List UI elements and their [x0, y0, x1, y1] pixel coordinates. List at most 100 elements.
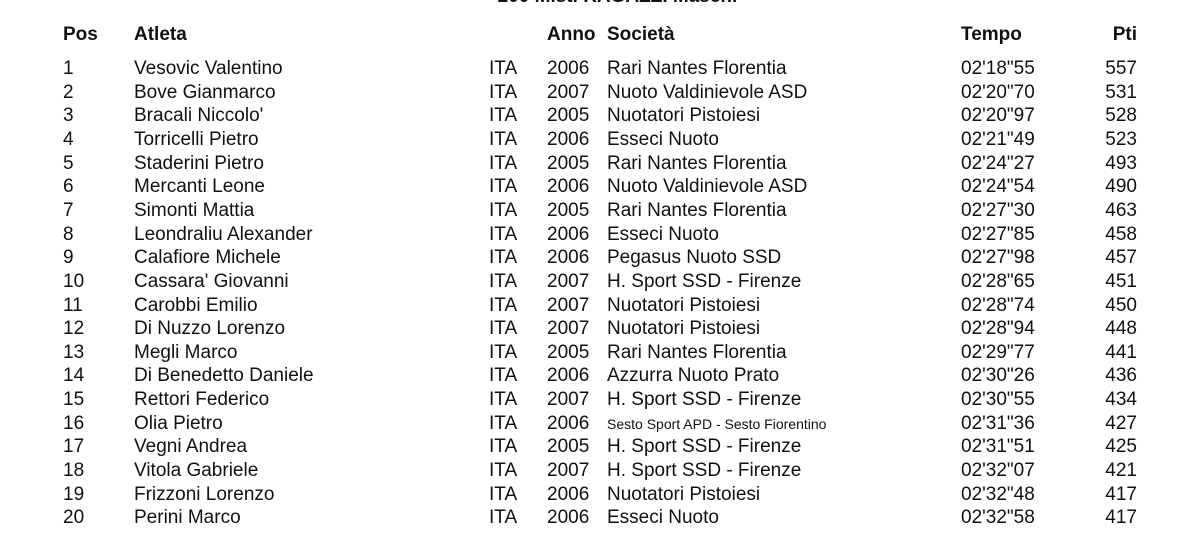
- club-cell: Nuoto Valdinievole ASD: [607, 176, 808, 198]
- table-row: 19 Frizzoni Lorenzo ITA 2006 Nuotatori Pisto…: [0, 483, 1200, 507]
- athlete-name-cell: Di Benedetto Daniele: [134, 365, 314, 387]
- results-document: 200 Misti RAGAZZI Maschi Pos Atleta Anno…: [0, 0, 1200, 555]
- nationality-cell: ITA: [489, 341, 518, 363]
- time-cell: 02'28"94: [961, 318, 1035, 340]
- birth-year-cell: 2005: [547, 199, 590, 221]
- points-cell: 417: [1105, 507, 1137, 529]
- nationality-cell: ITA: [489, 58, 518, 79]
- nationality-cell: ITA: [489, 460, 518, 482]
- time-cell: 02'20"70: [961, 81, 1035, 103]
- position-cell: 12: [63, 318, 85, 340]
- nationality-cell: ITA: [489, 436, 518, 458]
- birth-year-cell: 2007: [547, 270, 590, 292]
- birth-year-cell: 2005: [547, 341, 590, 363]
- table-row: 6 Mercanti Leone ITA 2006 Nuoto Valdinievole…: [0, 175, 1200, 199]
- birth-year-cell: 2006: [547, 365, 590, 387]
- athlete-name-cell: Perini Marco: [134, 507, 241, 529]
- position-cell: 5: [63, 152, 74, 174]
- position-cell: 8: [63, 223, 74, 245]
- nationality-cell: ITA: [489, 152, 518, 174]
- time-cell: 02'29"77: [961, 341, 1035, 363]
- club-cell: Nuotatori Pistoiesi: [607, 318, 761, 340]
- club-cell: H. Sport SSD - Firenze: [607, 389, 802, 411]
- athlete-name-cell: Frizzoni Lorenzo: [134, 483, 275, 505]
- points-cell: 457: [1105, 247, 1137, 269]
- table-row: 10 Cassara' Giovanni ITA 2007 H. Sport SSD -…: [0, 270, 1200, 294]
- header-time: Tempo: [961, 24, 1022, 45]
- position-cell: 9: [63, 247, 74, 269]
- athlete-name-cell: Mercanti Leone: [134, 176, 265, 198]
- position-cell: 13: [63, 341, 85, 363]
- club-cell: Esseci Nuoto: [607, 223, 719, 245]
- position-cell: 2: [63, 81, 74, 103]
- club-cell: Rari Nantes Florentia: [607, 58, 787, 79]
- nationality-cell: ITA: [489, 318, 518, 340]
- table-row: 16 Olia Pietro ITA 2006 Sesto Sport APD - Se…: [0, 412, 1200, 436]
- position-cell: 17: [63, 436, 85, 458]
- birth-year-cell: 2006: [547, 176, 590, 198]
- nationality-cell: ITA: [489, 365, 518, 387]
- birth-year-cell: 2006: [547, 507, 590, 529]
- position-cell: 15: [63, 389, 85, 411]
- club-cell: Esseci Nuoto: [607, 128, 719, 150]
- table-row: 14 Di Benedetto Daniele ITA 2006 Azzurra Nuo…: [0, 364, 1200, 388]
- birth-year-cell: 2007: [547, 389, 590, 411]
- club-cell: Nuotatori Pistoiesi: [607, 294, 761, 316]
- club-cell: Azzurra Nuoto Prato: [607, 365, 780, 387]
- table-row: 4 Torricelli Pietro ITA 2006 Esseci Nuoto 02'…: [0, 128, 1200, 152]
- header-pos: Pos: [63, 24, 98, 45]
- birth-year-cell: 2007: [547, 460, 590, 482]
- time-cell: 02'32"07: [961, 460, 1035, 482]
- table-row: 5 Staderini Pietro ITA 2005 Rari Nantes Flor…: [0, 152, 1200, 176]
- nationality-cell: ITA: [489, 507, 518, 529]
- birth-year-cell: 2007: [547, 294, 590, 316]
- birth-year-cell: 2006: [547, 412, 590, 434]
- club-cell: Sesto Sport APD - Sesto Fiorentino: [607, 415, 827, 432]
- points-cell: 458: [1105, 223, 1137, 245]
- time-cell: 02'27"98: [961, 247, 1035, 269]
- points-cell: 528: [1105, 105, 1137, 127]
- athlete-name-cell: Bracali Niccolo': [134, 105, 264, 127]
- birth-year-cell: 2007: [547, 81, 590, 103]
- athlete-name-cell: Staderini Pietro: [134, 152, 264, 174]
- athlete-name-cell: Rettori Federico: [134, 389, 270, 411]
- club-cell: H. Sport SSD - Firenze: [607, 270, 802, 292]
- time-cell: 02'27"30: [961, 199, 1035, 221]
- table-row: 20 Perini Marco ITA 2006 Esseci Nuoto 02'32"5…: [0, 506, 1200, 530]
- points-cell: 441: [1105, 341, 1137, 363]
- table-row: 8 Leondraliu Alexander ITA 2006 Esseci Nuoto…: [0, 223, 1200, 247]
- table-row: 12 Di Nuzzo Lorenzo ITA 2007 Nuotatori Pisto…: [0, 317, 1200, 341]
- club-cell: Esseci Nuoto: [607, 507, 719, 529]
- table-row: 17 Vegni Andrea ITA 2005 H. Sport SSD - Fire…: [0, 435, 1200, 459]
- nationality-cell: ITA: [489, 294, 518, 316]
- time-cell: 02'31"51: [961, 436, 1035, 458]
- club-cell: Rari Nantes Florentia: [607, 152, 787, 174]
- position-cell: 3: [63, 105, 74, 127]
- birth-year-cell: 2005: [547, 436, 590, 458]
- header-club: Società: [607, 24, 675, 45]
- athlete-name-cell: Vegni Andrea: [134, 436, 248, 458]
- athlete-name-cell: Di Nuzzo Lorenzo: [134, 318, 286, 340]
- time-cell: 02'24"54: [961, 176, 1035, 198]
- points-cell: 450: [1105, 294, 1137, 316]
- time-cell: 02'31"36: [961, 412, 1035, 434]
- birth-year-cell: 2005: [547, 105, 590, 127]
- table-row: 2 Bove Gianmarco ITA 2007 Nuoto Valdinievole…: [0, 81, 1200, 105]
- time-cell: 02'32"58: [961, 507, 1035, 529]
- points-cell: 434: [1105, 389, 1137, 411]
- points-cell: 421: [1105, 460, 1137, 482]
- table-row: 9 Calafiore Michele ITA 2006 Pegasus Nuoto S…: [0, 246, 1200, 270]
- nationality-cell: ITA: [489, 247, 518, 269]
- athlete-name-cell: Leondraliu Alexander: [134, 223, 313, 245]
- table-row: 11 Carobbi Emilio ITA 2007 Nuotatori Pistoie…: [0, 294, 1200, 318]
- table-row: 3 Bracali Niccolo' ITA 2005 Nuotatori Pistoi…: [0, 104, 1200, 128]
- position-cell: 19: [63, 483, 85, 505]
- event-title: 200 Misti RAGAZZI Maschi: [0, 0, 1200, 8]
- nationality-cell: ITA: [489, 412, 518, 434]
- header-year: Anno: [547, 24, 596, 45]
- athlete-name-cell: Bove Gianmarco: [134, 81, 276, 103]
- club-cell: H. Sport SSD - Firenze: [607, 460, 802, 482]
- club-cell: Rari Nantes Florentia: [607, 341, 787, 363]
- time-cell: 02'27"85: [961, 223, 1035, 245]
- header-athlete: Atleta: [134, 24, 187, 45]
